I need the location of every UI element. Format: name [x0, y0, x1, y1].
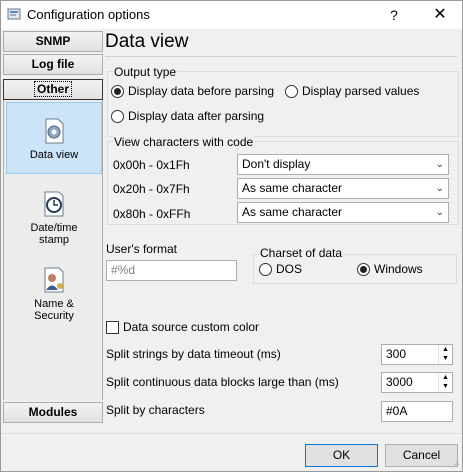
users-format-label: User's format: [106, 242, 177, 256]
sidebar-item-label: Data view: [29, 149, 79, 161]
charset-label: Charset of data: [259, 246, 344, 260]
radio-windows[interactable]: Windows: [357, 262, 423, 276]
sidebar-snmp-button[interactable]: SNMP: [3, 31, 103, 52]
title-bar: Configuration options ? ✕: [1, 1, 462, 29]
custom-color-checkbox[interactable]: Data source custom color: [106, 320, 259, 334]
close-button[interactable]: ✕: [417, 1, 463, 29]
clock-icon: [44, 191, 64, 217]
char-display-value-2: As same character: [242, 205, 343, 219]
sidebar-item-label: Date/time stamp: [30, 222, 78, 246]
split-timeout-value: 300: [386, 347, 407, 361]
radio-after-parsing[interactable]: Display data after parsing: [111, 109, 264, 123]
radio-before-parsing[interactable]: Display data before parsing: [111, 84, 274, 98]
sidebar-item-datetime-stamp[interactable]: Date/time stamp: [6, 184, 102, 250]
split-chars-label: Split by characters: [106, 403, 205, 417]
main-panel: Data view Output type Display data befor…: [105, 29, 462, 429]
chevron-down-icon: ⌄: [435, 159, 444, 170]
users-format-input[interactable]: #%d: [106, 260, 237, 281]
sidebar-item-name-security[interactable]: Name & Security: [6, 260, 102, 326]
ok-button[interactable]: OK: [305, 444, 378, 467]
radio-after-parsing-dot: [111, 109, 124, 123]
chevron-down-icon: ⌄: [435, 183, 444, 194]
sidebar-other-button[interactable]: Other: [3, 79, 103, 100]
range-label-2: 0x80h - 0xFFh: [113, 207, 191, 221]
dialog-footer: OK Cancel ∸: [1, 433, 462, 471]
radio-dos[interactable]: DOS: [259, 262, 302, 276]
range-label-1: 0x20h - 0x7Fh: [113, 182, 190, 196]
gear-document-icon: [45, 118, 64, 144]
cancel-button[interactable]: Cancel: [385, 444, 458, 467]
split-blocks-value: 3000: [386, 375, 413, 389]
radio-windows-dot: [357, 262, 370, 276]
config-dialog: Configuration options ? ✕ SNMP Log file …: [0, 0, 463, 472]
radio-after-parsing-label: Display data after parsing: [128, 109, 265, 123]
radio-parsed-values-dot: [285, 84, 298, 98]
sidebar-other-label: Other: [33, 81, 73, 97]
sidebar-modules-button[interactable]: Modules: [3, 402, 103, 423]
range-label-0: 0x00h - 0x1Fh: [113, 158, 190, 172]
spinner-arrows[interactable]: ▲ ▼: [438, 373, 452, 392]
char-display-select-0[interactable]: Don't display ⌄: [237, 154, 449, 175]
sidebar-item-label: Name & Security: [34, 298, 74, 322]
radio-before-parsing-dot: [111, 84, 124, 98]
help-button[interactable]: ?: [371, 1, 417, 29]
split-timeout-spinner[interactable]: 300 ▲ ▼: [381, 344, 453, 365]
output-type-label: Output type: [113, 65, 178, 79]
custom-color-box: [106, 320, 119, 334]
radio-parsed-values-label: Display parsed values: [302, 84, 420, 98]
char-display-value-0: Don't display: [242, 157, 311, 171]
split-timeout-label: Split strings by data timeout (ms): [106, 347, 281, 361]
radio-parsed-values[interactable]: Display parsed values: [285, 84, 419, 98]
radio-before-parsing-label: Display data before parsing: [128, 84, 275, 98]
chevron-down-icon: ⌄: [435, 207, 444, 218]
sidebar: SNMP Log file Other Data view Date/time …: [3, 29, 103, 429]
resize-grip-icon[interactable]: ∸: [453, 460, 460, 469]
title-divider: [105, 56, 457, 57]
char-display-value-1: As same character: [242, 181, 343, 195]
spinner-arrows[interactable]: ▲ ▼: [438, 345, 452, 364]
custom-color-label: Data source custom color: [123, 320, 260, 334]
window-title: Configuration options: [27, 7, 150, 22]
radio-windows-label: Windows: [374, 262, 423, 276]
radio-dos-dot: [259, 262, 272, 276]
split-blocks-spinner[interactable]: 3000 ▲ ▼: [381, 372, 453, 393]
sidebar-other-panel: Data view Date/time stamp Name & Securit…: [3, 100, 103, 400]
app-icon: [7, 8, 21, 20]
view-chars-label: View characters with code: [113, 135, 255, 149]
sidebar-logfile-button[interactable]: Log file: [3, 54, 103, 75]
char-display-select-1[interactable]: As same character ⌄: [237, 178, 449, 199]
user-document-icon: [44, 267, 64, 293]
split-blocks-label: Split continuous data blocks large than …: [106, 375, 339, 389]
split-chars-input[interactable]: #0A: [381, 401, 453, 422]
radio-dos-label: DOS: [276, 262, 303, 276]
page-title: Data view: [105, 31, 189, 52]
char-display-select-2[interactable]: As same character ⌄: [237, 202, 449, 223]
sidebar-item-data-view[interactable]: Data view: [6, 102, 102, 174]
output-type-group: [107, 71, 459, 137]
